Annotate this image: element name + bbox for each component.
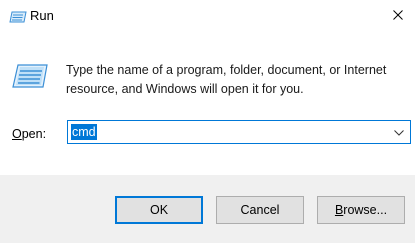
run-icon: [9, 10, 27, 23]
ok-button[interactable]: OK: [115, 196, 203, 224]
open-label-rest: pen:: [21, 127, 47, 141]
browse-button[interactable]: Browse...: [317, 196, 405, 224]
cancel-button[interactable]: Cancel: [216, 196, 304, 224]
open-label: Open:: [12, 126, 46, 142]
open-combobox[interactable]: cmd: [67, 120, 411, 144]
close-button[interactable]: [381, 0, 415, 32]
open-label-accesskey: O: [12, 127, 22, 141]
run-icon: [12, 64, 48, 88]
browse-label-rest: rowse...: [343, 203, 388, 217]
dropdown-button[interactable]: [390, 121, 408, 143]
chevron-down-icon: [394, 123, 404, 141]
button-bar: OK Cancel Browse...: [0, 175, 415, 243]
run-description: Type the name of a program, folder, docu…: [66, 63, 387, 96]
window-title: Run: [30, 8, 54, 23]
close-icon: [393, 7, 403, 25]
title-bar[interactable]: Run: [0, 0, 415, 32]
open-input[interactable]: cmd: [71, 124, 97, 140]
